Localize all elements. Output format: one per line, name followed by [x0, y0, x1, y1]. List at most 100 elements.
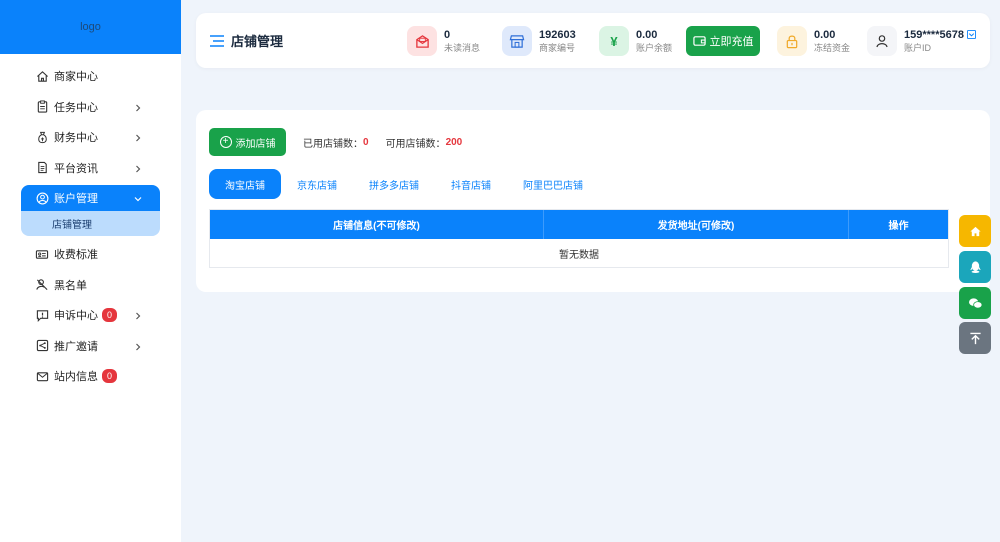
- stat-unread-messages[interactable]: 0 未读消息: [407, 26, 480, 56]
- float-home-button[interactable]: [959, 215, 991, 247]
- sidebar-item-label: 平台资讯: [54, 162, 98, 175]
- logo-text: logo: [80, 21, 101, 33]
- account-phone-text: 159****5678: [904, 28, 964, 41]
- sidebar-item-finance-center[interactable]: 财务中心: [0, 122, 181, 153]
- sidebar-subitem-label: 店铺管理: [52, 220, 92, 231]
- shop-table: 店铺信息(不可修改) 发货地址(可修改) 操作 暂无数据: [209, 209, 949, 268]
- page-title-text: 店铺管理: [231, 34, 284, 49]
- used-count-label: 已用店铺数：: [303, 138, 363, 150]
- sidebar-item-label: 收费标准: [54, 249, 98, 262]
- table-header: 店铺信息(不可修改) 发货地址(可修改) 操作: [210, 210, 948, 239]
- sidebar-item-account-management[interactable]: 账户管理: [21, 185, 160, 211]
- top-header: 店铺管理 0 未读消息 192603 商家编号 ¥ 0.00 账户余额 立即充值…: [196, 13, 990, 68]
- float-wechat-button[interactable]: [959, 287, 991, 319]
- sidebar-item-platform-news[interactable]: 平台资讯: [0, 153, 181, 184]
- user-circle-icon: [35, 191, 49, 205]
- balance-label: 账户余额: [636, 42, 673, 53]
- table-empty-row: 暂无数据: [559, 249, 599, 261]
- user-blocked-icon: [35, 278, 49, 292]
- logo[interactable]: logo: [0, 0, 181, 54]
- used-count-value: 0: [363, 136, 369, 148]
- unread-label: 未读消息: [444, 42, 481, 53]
- tab-taobao[interactable]: 淘宝店铺: [209, 169, 281, 199]
- chevron-right-icon: [134, 103, 142, 112]
- sidebar-item-label: 站内信息: [54, 371, 98, 384]
- merchant-id-value: 192603: [539, 28, 576, 41]
- float-qq-button[interactable]: [959, 251, 991, 283]
- sidebar-item-blacklist[interactable]: 黑名单: [0, 270, 181, 301]
- menu-toggle-icon[interactable]: [210, 34, 224, 47]
- qq-icon: [969, 261, 981, 273]
- tab-pinduoduo[interactable]: 拼多多店铺: [353, 169, 435, 199]
- chevron-right-icon: [134, 133, 142, 142]
- column-header: 店铺信息(不可修改): [210, 210, 544, 239]
- sidebar-subitem-shop-management[interactable]: 店铺管理: [21, 211, 160, 236]
- shop-counts: 已用店铺数： 0 可用店铺数： 200: [303, 128, 479, 156]
- stat-merchant-id: 192603 商家编号: [502, 26, 576, 56]
- wechat-icon: [968, 297, 982, 309]
- shop-icon: [502, 26, 532, 56]
- wallet-icon: [692, 36, 706, 46]
- float-back-to-top-button[interactable]: [959, 322, 991, 354]
- sidebar-item-task-center[interactable]: 任务中心: [0, 92, 181, 123]
- sidebar-item-label: 账户管理: [54, 193, 98, 205]
- sidebar-item-label: 商家中心: [54, 71, 98, 84]
- sidebar-menu: 商家中心 任务中心 财务中心 平台资讯 账户管理 店铺管理 收费标准 黑名单 申…: [0, 54, 181, 392]
- stat-account-id[interactable]: 159****5678 账户ID: [867, 26, 976, 56]
- frozen-value: 0.00: [814, 28, 836, 41]
- chevron-down-icon: [134, 194, 142, 202]
- add-shop-label: 添加店铺: [235, 138, 276, 150]
- lock-icon: [777, 26, 807, 56]
- document-icon: [35, 161, 49, 175]
- plus-circle-icon: +: [219, 136, 232, 148]
- share-icon: [35, 339, 49, 353]
- unread-count: 0: [444, 28, 451, 41]
- account-id-label: 账户ID: [904, 42, 932, 53]
- sidebar-item-site-messages[interactable]: 站内信息 0: [0, 361, 181, 392]
- recharge-button[interactable]: 立即充值: [686, 26, 760, 56]
- shop-management-card: + 添加店铺 已用店铺数： 0 可用店铺数： 200 淘宝店铺 京东店铺 拼多多…: [196, 110, 990, 292]
- sidebar-item-label: 推广邀请: [54, 340, 98, 353]
- sidebar-item-label: 财务中心: [54, 132, 98, 145]
- chevron-right-icon: [134, 342, 142, 351]
- sidebar-item-label: 黑名单: [54, 279, 87, 292]
- sidebar-item-promotion-invite[interactable]: 推广邀请: [0, 331, 181, 362]
- recharge-label: 立即充值: [709, 36, 754, 48]
- stat-account-balance: ¥ 0.00 账户余额: [599, 26, 672, 56]
- balance-value: 0.00: [636, 28, 658, 41]
- chevron-right-icon: [134, 311, 142, 320]
- home-icon: [35, 69, 49, 83]
- frozen-label: 冻结资金: [814, 42, 851, 53]
- alert-message-icon: [35, 308, 49, 322]
- yen-glyph: ¥: [610, 33, 618, 49]
- moneybag-icon: [35, 130, 49, 144]
- available-count-value: 200: [445, 136, 463, 148]
- id-card-icon: [35, 247, 49, 261]
- sidebar-item-label: 任务中心: [54, 101, 98, 114]
- add-shop-button[interactable]: + 添加店铺: [209, 128, 286, 156]
- sidebar-item-merchant-center[interactable]: 商家中心: [0, 61, 181, 92]
- page-title: 店铺管理: [210, 13, 283, 68]
- unread-badge: 0: [102, 369, 117, 384]
- arrow-up-icon: [969, 332, 981, 344]
- sidebar-item-fee-standard[interactable]: 收费标准: [0, 239, 181, 270]
- stat-frozen-funds: 0.00 冻结资金: [777, 26, 850, 56]
- user-icon: [867, 26, 897, 56]
- yen-icon: ¥: [599, 26, 629, 56]
- tab-alibaba[interactable]: 阿里巴巴店铺: [507, 169, 599, 199]
- tab-jd[interactable]: 京东店铺: [281, 169, 353, 199]
- dropdown-icon[interactable]: [966, 29, 976, 39]
- column-header: 发货地址(可修改): [544, 210, 849, 239]
- platform-tabs: 淘宝店铺 京东店铺 拼多多店铺 抖音店铺 阿里巴巴店铺: [209, 169, 599, 199]
- clipboard-icon: [35, 100, 49, 114]
- sidebar-item-complaint-center[interactable]: 申诉中心 0: [0, 300, 181, 331]
- account-phone: 159****5678: [904, 29, 976, 42]
- available-count-label: 可用店铺数：: [385, 138, 446, 150]
- chevron-right-icon: [134, 164, 142, 173]
- mail-open-icon: [407, 26, 437, 56]
- sidebar-item-label: 申诉中心: [54, 310, 98, 323]
- tab-douyin[interactable]: 抖音店铺: [435, 169, 507, 199]
- unread-badge: 0: [102, 308, 117, 323]
- sidebar: logo 商家中心 任务中心 财务中心 平台资讯 账户管理 店铺管理 收费标准 …: [0, 0, 181, 542]
- home-icon: [969, 226, 981, 236]
